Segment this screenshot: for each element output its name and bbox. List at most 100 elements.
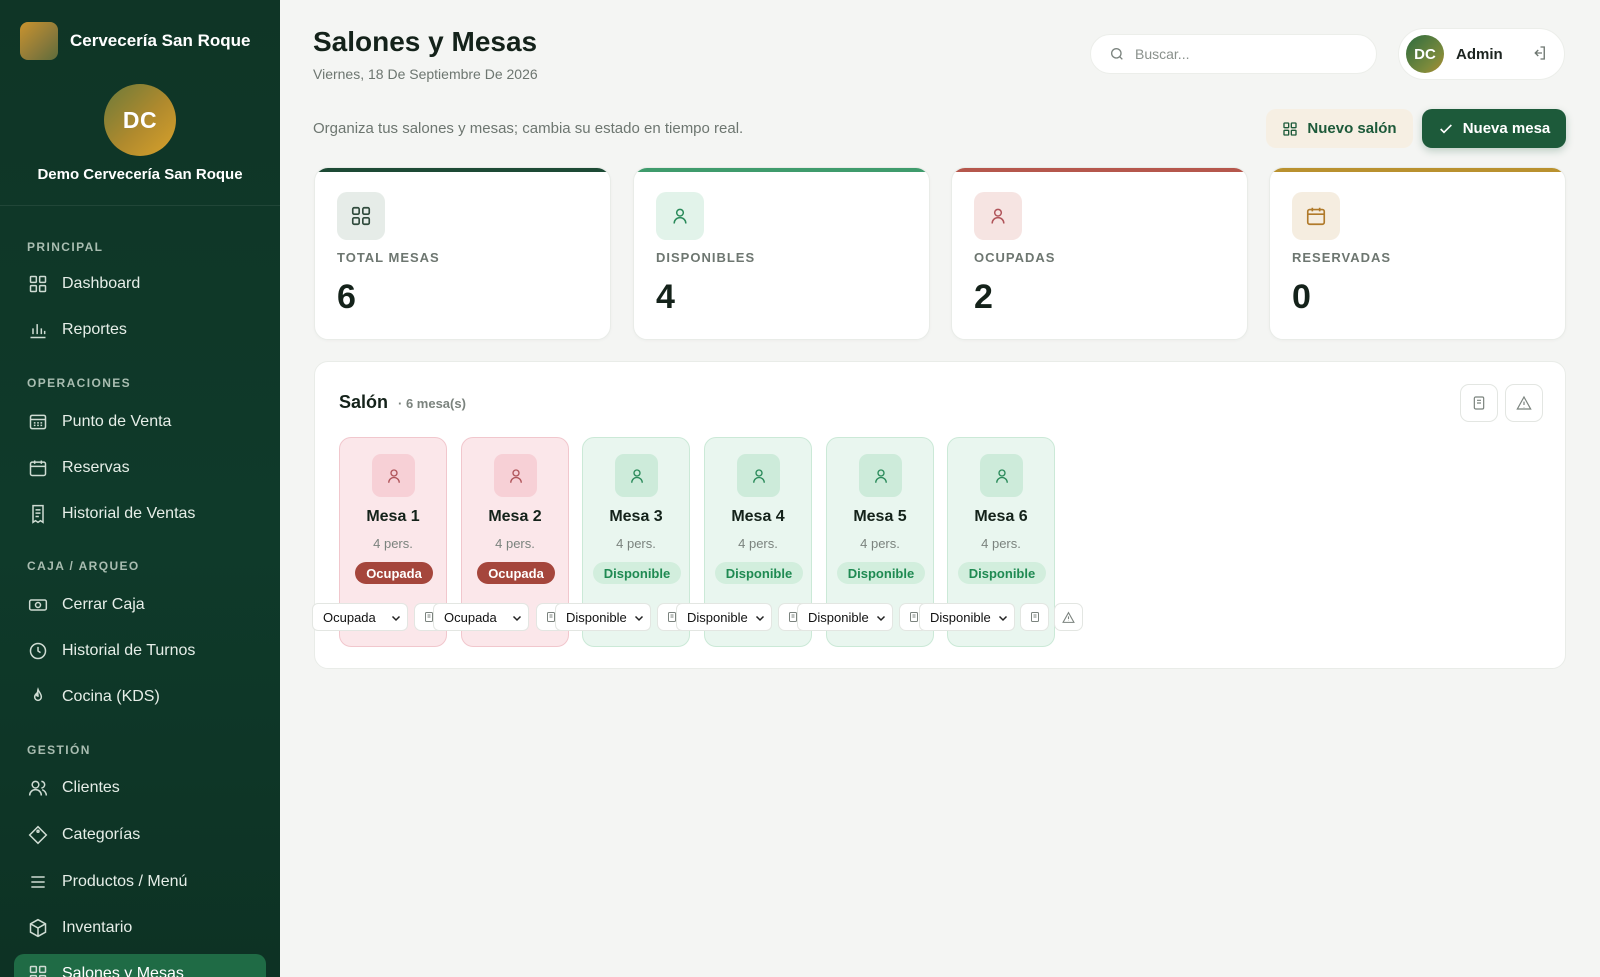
salon-edit-button[interactable] [1460,384,1498,422]
new-mesa-label: Nueva mesa [1462,120,1551,137]
page-subtitle: Organiza tus salones y mesas; cambia su … [313,120,744,137]
status-badge: Ocupada [355,562,433,584]
salon-delete-button[interactable] [1505,384,1543,422]
sidebar-item-label: Historial de Ventas [62,505,196,522]
search-icon [1109,46,1125,62]
stat-accent-bar [1270,168,1565,172]
sidebar-item-productos[interactable]: Productos / Menú [14,862,266,902]
mesa-name: Mesa 4 [731,508,785,525]
select-value: Ocupada [444,609,497,625]
sidebar-item-salones-mesas[interactable]: Salones y Mesas [14,954,266,977]
new-salon-button[interactable]: Nuevo salón [1266,109,1413,148]
pos-icon [28,412,48,432]
document-icon [908,611,920,623]
sidebar-item-label: Cerrar Caja [62,596,145,613]
mesa-capacity: 4 pers. [373,536,413,551]
sidebar-item-label: Reportes [62,321,127,338]
section-operaciones: OPERACIONES [27,376,132,390]
flame-icon [28,687,48,707]
mesa-status-select[interactable]: Ocupada [433,603,529,631]
mesa-status-select[interactable]: Ocupada [312,603,408,631]
mesa-name: Mesa 5 [853,508,907,525]
sidebar-item-inventario[interactable]: Inventario [14,908,266,948]
new-mesa-button[interactable]: Nueva mesa [1422,109,1566,148]
brand[interactable]: Cervecería San Roque [20,22,250,60]
sidebar-item-reportes[interactable]: Reportes [14,310,266,350]
user-icon [615,454,658,497]
check-icon [1438,121,1454,137]
document-icon [1029,611,1041,623]
user-menu[interactable]: DC Admin [1398,28,1565,80]
sidebar-item-punto-de-venta[interactable]: Punto de Venta [14,402,266,442]
logout-icon[interactable] [1530,44,1550,64]
chevron-down-icon [390,612,402,624]
sidebar-item-cocina[interactable]: Cocina (KDS) [14,677,266,717]
grid-icon [337,192,385,240]
sidebar-item-categorias[interactable]: Categorías [14,815,266,855]
search-box[interactable] [1090,34,1377,74]
sidebar-item-label: Historial de Turnos [62,642,196,659]
status-badge: Disponible [958,562,1046,584]
mesa-name: Mesa 1 [366,508,420,525]
mesa-capacity: 4 pers. [981,536,1021,551]
section-caja: CAJA / ARQUEO [27,559,140,573]
mesa-status-select[interactable]: Disponible [919,603,1015,631]
mesa-status-select[interactable]: Disponible [676,603,772,631]
mesa-status-select[interactable]: Disponible [555,603,651,631]
sidebar-item-label: Reservas [62,459,130,476]
sidebar-item-historial-turnos[interactable]: Historial de Turnos [14,631,266,671]
sidebar-divider [0,205,280,206]
mesa-edit-button[interactable] [1020,603,1049,631]
status-badge: Disponible [837,562,925,584]
brand-logo [20,22,58,60]
mesa-name: Mesa 6 [974,508,1028,525]
mesa-capacity: 4 pers. [616,536,656,551]
sidebar-item-reservas[interactable]: Reservas [14,448,266,488]
sidebar-item-label: Clientes [62,779,120,796]
warning-icon [1062,611,1075,624]
user-icon [980,454,1023,497]
sidebar-item-historial-ventas[interactable]: Historial de Ventas [14,494,266,534]
stat-accent-bar [315,168,610,172]
sidebar-item-cerrar-caja[interactable]: Cerrar Caja [14,585,266,625]
box-icon [28,918,48,938]
stat-label: RESERVADAS [1292,250,1392,265]
stat-card-disponibles: DISPONIBLES 4 [633,167,930,340]
mesa-delete-button[interactable] [1054,603,1083,631]
calendar-icon [1292,192,1340,240]
cash-icon [28,595,48,615]
stat-label: TOTAL MESAS [337,250,440,265]
calendar-icon [28,458,48,478]
salon-count: · 6 mesa(s) [398,396,466,411]
stat-value: 2 [974,278,993,316]
grid-icon [28,964,48,977]
sidebar-item-label: Salones y Mesas [62,965,184,977]
stat-value: 0 [1292,278,1311,316]
clock-icon [28,641,48,661]
stat-accent-bar [952,168,1247,172]
section-principal: PRINCIPAL [27,240,104,254]
user-icon [372,454,415,497]
sidebar-item-label: Punto de Venta [62,413,172,430]
new-salon-label: Nuevo salón [1307,120,1397,137]
search-input[interactable] [1135,46,1355,62]
sidebar-item-label: Dashboard [62,275,141,292]
bar-chart-icon [28,320,48,340]
select-value: Disponible [687,609,748,625]
sidebar-item-label: Categorías [62,826,141,843]
mesa-capacity: 4 pers. [495,536,535,551]
chevron-down-icon [875,612,887,624]
sidebar-item-label: Cocina (KDS) [62,688,160,705]
status-badge: Disponible [593,562,681,584]
mesa-status-select[interactable]: Disponible [797,603,893,631]
sidebar-item-clientes[interactable]: Clientes [14,768,266,808]
mesa-capacity: 4 pers. [860,536,900,551]
stat-card-total: TOTAL MESAS 6 [314,167,611,340]
user-icon [737,454,780,497]
sidebar-item-dashboard[interactable]: Dashboard [14,264,266,304]
chevron-down-icon [511,612,523,624]
menu-icon [28,872,48,892]
user-icon [656,192,704,240]
receipt-icon [28,504,48,524]
select-value: Disponible [808,609,869,625]
